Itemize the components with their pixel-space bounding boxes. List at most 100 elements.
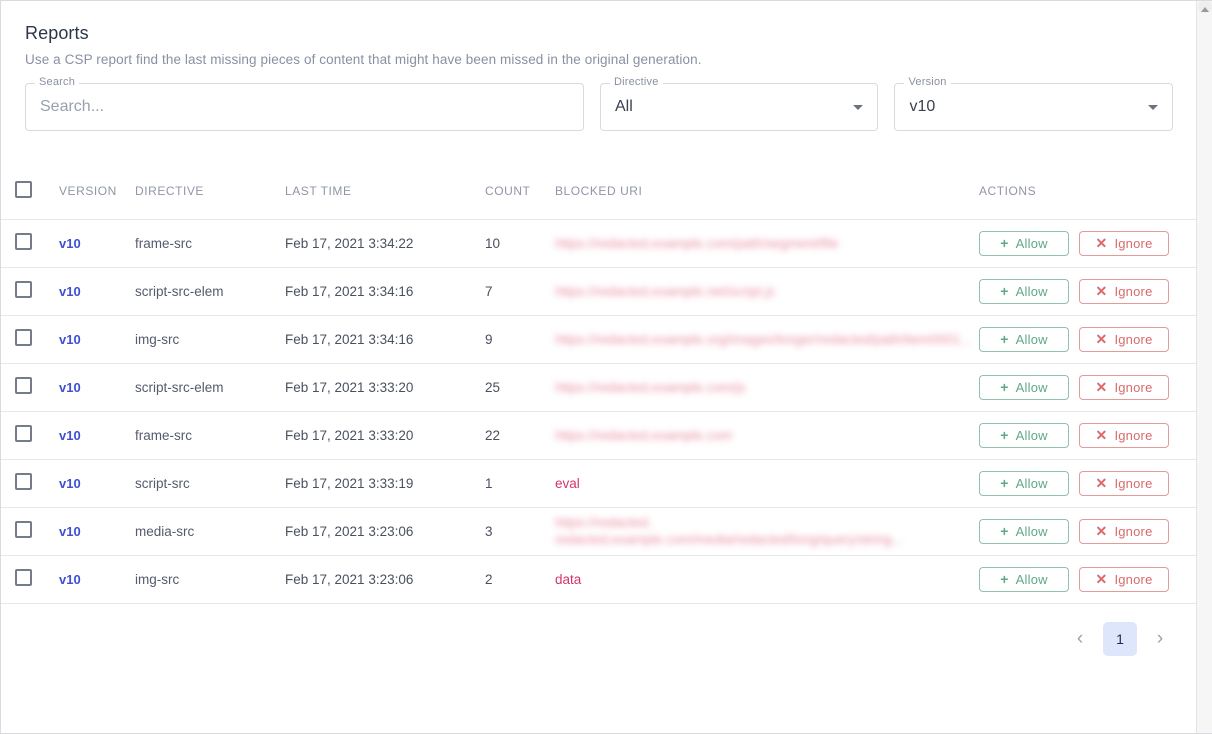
row-select-cell [1,219,59,267]
vertical-scrollbar[interactable] [1196,1,1212,733]
reports-page: Reports Use a CSP report find the last m… [0,0,1212,734]
allow-button[interactable]: + Allow [979,470,1069,496]
close-icon: ✕ [1095,571,1108,587]
actions-cell: + Allow ✕ Ignore [979,555,1197,603]
row-checkbox[interactable] [15,521,32,538]
plus-icon: + [1000,523,1009,539]
directive-cell: img-src [135,331,180,347]
page-subtitle: Use a CSP report find the last missing p… [25,52,702,67]
allow-button[interactable]: + Allow [979,518,1069,544]
row-checkbox[interactable] [15,233,32,250]
table-row[interactable]: v10 frame-src Feb 17, 2021 3:33:20 22 ht… [1,411,1197,459]
row-select-cell [1,411,59,459]
plus-icon: + [1000,379,1009,395]
ignore-button[interactable]: ✕ Ignore [1079,278,1169,304]
plus-icon: + [1000,235,1009,251]
version-link[interactable]: v10 [59,428,81,443]
allow-button-label: Allow [1015,571,1048,587]
blocked-uri-cell: data [555,555,979,603]
next-page-button[interactable]: › [1143,622,1177,656]
ignore-button[interactable]: ✕ Ignore [1079,374,1169,400]
table-row[interactable]: v10 frame-src Feb 17, 2021 3:34:22 10 ht… [1,219,1197,267]
plus-icon: + [1000,475,1009,491]
blocked-uri-cell: eval [555,459,979,507]
row-checkbox[interactable] [15,425,32,442]
column-header-version[interactable]: VERSION [59,177,135,219]
version-label: Version [904,77,951,88]
column-header-count[interactable]: COUNT [485,177,555,219]
version-link[interactable]: v10 [59,476,81,491]
version-link[interactable]: v10 [59,380,81,395]
column-header-blocked-uri[interactable]: BLOCKED URI [555,177,979,219]
ignore-button[interactable]: ✕ Ignore [1079,326,1169,352]
last-time-cell: Feb 17, 2021 3:33:20 [285,427,414,443]
row-checkbox[interactable] [15,377,32,394]
table-row[interactable]: v10 media-src Feb 17, 2021 3:23:06 3 htt… [1,507,1197,555]
allow-button[interactable]: + Allow [979,278,1069,304]
plus-icon: + [1000,331,1009,347]
row-select-cell [1,507,59,555]
column-header-directive[interactable]: DIRECTIVE [135,177,285,219]
blocked-uri-cell: https://redacted.example.net/script.js [555,267,979,315]
count-cell: 9 [485,331,493,347]
column-header-last-time[interactable]: LAST TIME [285,177,485,219]
count-cell: 10 [485,235,501,251]
allow-button[interactable]: + Allow [979,326,1069,352]
version-cell: v10 [59,315,135,363]
row-checkbox[interactable] [15,329,32,346]
ignore-button[interactable]: ✕ Ignore [1079,566,1169,592]
row-select-cell [1,315,59,363]
allow-button[interactable]: + Allow [979,230,1069,256]
count-cell: 25 [485,379,501,395]
directive-select[interactable]: Directive All [599,77,879,131]
version-link[interactable]: v10 [59,284,81,299]
table-row[interactable]: v10 img-src Feb 17, 2021 3:34:16 9 https… [1,315,1197,363]
page-button-1[interactable]: 1 [1103,621,1137,656]
column-header-actions: ACTIONS [979,183,1037,198]
ignore-button[interactable]: ✕ Ignore [1079,422,1169,448]
search-field[interactable]: Search [25,77,584,131]
allow-button[interactable]: + Allow [979,374,1069,400]
version-link[interactable]: v10 [59,524,81,539]
close-icon: ✕ [1095,283,1108,299]
directive-cell: script-src [135,475,190,491]
reports-table: VERSION DIRECTIVE LAST TIME COUNT BLOCKE… [1,177,1197,604]
table-row[interactable]: v10 script-src-elem Feb 17, 2021 3:33:20… [1,363,1197,411]
row-checkbox[interactable] [15,569,32,586]
close-icon: ✕ [1095,379,1108,395]
row-select-cell [1,267,59,315]
table-row[interactable]: v10 img-src Feb 17, 2021 3:23:06 2 data … [1,555,1197,603]
previous-page-button[interactable]: ‹ [1063,622,1097,656]
blocked-uri-redacted: https://redacted.example.org/images/long… [555,331,972,347]
version-selected-value: v10 [909,98,936,115]
allow-button[interactable]: + Allow [979,566,1069,592]
scroll-up-arrow-icon[interactable] [1199,3,1211,15]
actions-cell: + Allow ✕ Ignore [979,459,1197,507]
blocked-uri-cell: https://redacted.example.com [555,411,979,459]
ignore-button-label: Ignore [1114,283,1153,299]
version-link[interactable]: v10 [59,572,81,587]
row-checkbox[interactable] [15,473,32,490]
table-row[interactable]: v10 script-src Feb 17, 2021 3:33:19 1 ev… [1,459,1197,507]
select-all-checkbox[interactable] [15,180,32,198]
select-all-header [1,177,59,219]
allow-button-label: Allow [1015,427,1048,443]
ignore-button-label: Ignore [1114,571,1153,587]
blocked-uri-redacted: https://redacted.example.com/js [555,379,746,395]
search-input[interactable] [26,98,583,116]
ignore-button[interactable]: ✕ Ignore [1079,518,1169,544]
ignore-button[interactable]: ✕ Ignore [1079,470,1169,496]
plus-icon: + [1000,283,1009,299]
actions-cell: + Allow ✕ Ignore [979,219,1197,267]
directive-label: Directive [609,77,663,88]
allow-button[interactable]: + Allow [979,422,1069,448]
version-cell: v10 [59,219,135,267]
row-checkbox[interactable] [15,281,32,298]
directive-cell: img-src [135,571,180,587]
ignore-button[interactable]: ✕ Ignore [1079,230,1169,256]
table-row[interactable]: v10 script-src-elem Feb 17, 2021 3:34:16… [1,267,1197,315]
version-link[interactable]: v10 [59,236,81,251]
version-link[interactable]: v10 [59,332,81,347]
blocked-uri-redacted: https://redacted. [555,515,652,530]
version-select[interactable]: Version v10 [894,77,1173,131]
